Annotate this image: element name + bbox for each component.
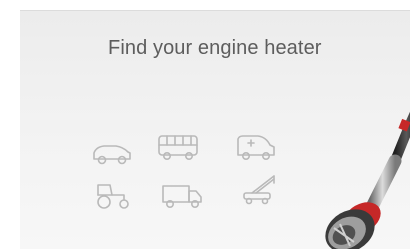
crane-icon [243, 175, 275, 205]
vehicle-crane-link[interactable] [238, 173, 282, 205]
car-icon [93, 145, 131, 165]
bus-icon [158, 135, 198, 160]
tractor-icon [97, 184, 129, 209]
engine-heater-banner[interactable]: Find your engine heater [20, 10, 410, 249]
vehicle-bus-link[interactable] [156, 131, 200, 163]
vehicle-car-link[interactable] [90, 137, 134, 169]
vehicle-tractor-link[interactable] [90, 179, 134, 211]
ambulance-icon [237, 135, 275, 160]
vehicle-truck-link[interactable] [160, 179, 204, 211]
truck-icon [162, 185, 202, 208]
engine-heater-icon [325, 111, 410, 249]
vehicle-ambulance-link[interactable] [234, 131, 278, 163]
banner-title: Find your engine heater [108, 37, 322, 59]
